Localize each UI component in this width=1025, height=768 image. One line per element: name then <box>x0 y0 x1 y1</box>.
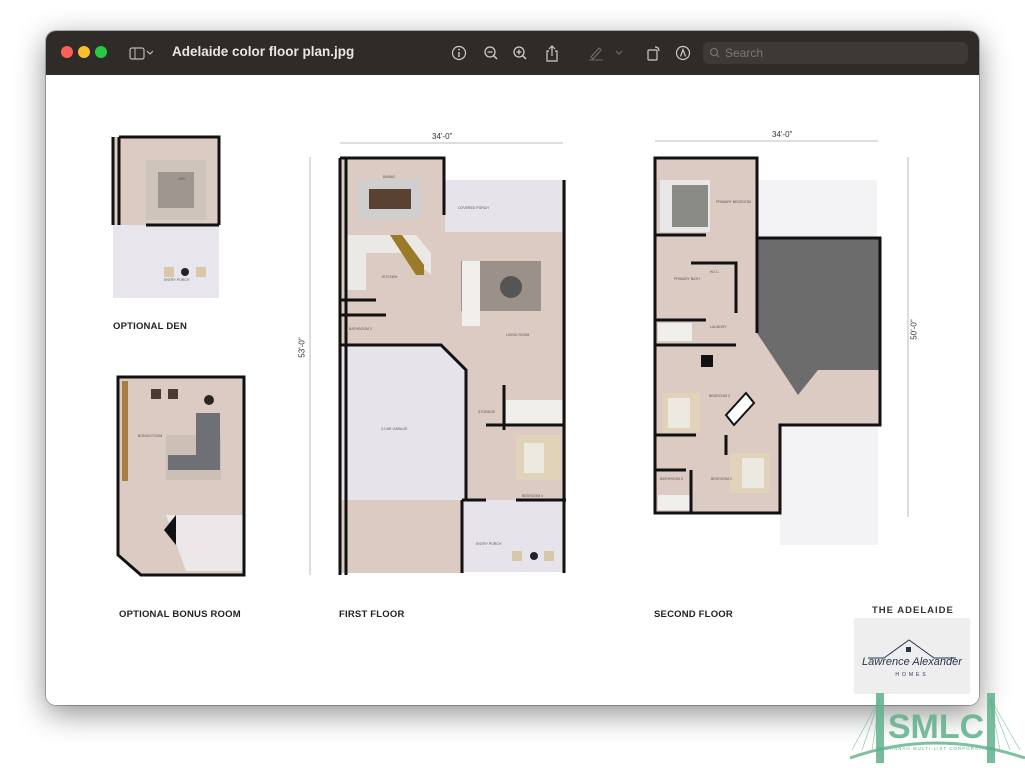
svg-text:Lawrence Alexander: Lawrence Alexander <box>862 656 963 668</box>
room-label-den-entry-porch: ENTRY PORCH <box>164 278 190 282</box>
zoom-button[interactable] <box>95 46 107 58</box>
zoom-in-icon[interactable] <box>509 42 531 64</box>
room-label-bedroom-2: BEDROOM 2 <box>711 477 732 481</box>
highlight-pen-icon[interactable] <box>585 42 607 64</box>
first-floor-depth: 53'-0" <box>297 337 307 358</box>
chevron-down-icon[interactable] <box>613 42 625 64</box>
second-floor-width: 34'-0" <box>772 130 793 139</box>
title-bar: Adelaide color floor plan.jpg Search <box>46 31 979 75</box>
room-label-den: DEN <box>178 177 186 181</box>
builder-logo: Lawrence Alexander HOMES <box>854 618 970 694</box>
room-label-kitchen: KITCHEN <box>382 275 398 279</box>
room-label-bedroom-3: BEDROOM 3 <box>709 394 730 398</box>
room-label-bathroom-3: BATHROOM 3 <box>660 477 683 481</box>
search-input[interactable]: Search <box>703 42 968 64</box>
room-label-garage: 2-CAR GARAGE <box>381 427 408 431</box>
room-label-covered-porch: COVERED PORCH <box>458 206 489 210</box>
room-label-bedroom-4: BEDROOM 4 <box>522 494 543 498</box>
window-title: Adelaide color floor plan.jpg <box>172 44 355 59</box>
room-label-primary-bedroom: PRIMARY BEDROOM <box>716 200 751 204</box>
optional-bonus-room-plan: BONUS ROOM <box>116 375 246 577</box>
second-floor-label: SECOND FLOOR <box>654 609 733 620</box>
first-floor-plan: DINING COVERED PORCH KITCHEN LIVING ROOM… <box>309 142 566 575</box>
search-icon <box>709 47 720 58</box>
optional-den-label: OPTIONAL DEN <box>113 321 188 332</box>
optional-den-plan: DEN ENTRY PORCH <box>111 135 221 298</box>
room-label-entry-porch: ENTRY PORCH <box>476 542 502 546</box>
room-label-laundry: LAUNDRY <box>710 325 727 329</box>
search-placeholder: Search <box>725 46 764 60</box>
chevron-down-icon[interactable] <box>144 42 156 64</box>
first-floor-width: 34'-0" <box>432 132 453 141</box>
room-label-bonus-room: BONUS ROOM <box>138 434 162 438</box>
second-floor-depth: 50'-0" <box>909 319 919 340</box>
room-label-living-room: LIVING ROOM <box>506 333 529 337</box>
model-name: THE ADELAIDE <box>872 605 954 616</box>
minimize-button[interactable] <box>78 46 90 58</box>
room-label-wic: W.I.C. <box>710 270 720 274</box>
rotate-icon[interactable] <box>643 42 665 64</box>
room-label-bathroom-2: BATHROOM 2 <box>349 327 372 331</box>
svg-text:SAVANNAH MULTI-LIST CORPORATIO: SAVANNAH MULTI-LIST CORPORATION <box>879 746 994 751</box>
room-label-primary-bath: PRIMARY BATH <box>674 277 700 281</box>
image-canvas: DEN ENTRY PORCH BONUS ROOM DINING COVERE… <box>46 75 979 705</box>
room-label-dining: DINING <box>383 175 396 179</box>
svg-text:HOMES: HOMES <box>895 672 928 678</box>
share-icon[interactable] <box>541 42 563 64</box>
close-button[interactable] <box>61 46 73 58</box>
svg-text:SMLC: SMLC <box>888 708 984 746</box>
first-floor-label: FIRST FLOOR <box>339 609 405 620</box>
markup-icon[interactable] <box>672 42 694 64</box>
zoom-out-icon[interactable] <box>480 42 502 64</box>
preview-window: Adelaide color floor plan.jpg Search DEN… <box>46 31 979 705</box>
optional-bonus-room-label: OPTIONAL BONUS ROOM <box>119 609 241 620</box>
info-icon[interactable] <box>448 42 470 64</box>
smlc-watermark: SMLC SAVANNAH MULTI-LIST CORPORATION <box>850 693 1025 763</box>
second-floor-plan: PRIMARY BEDROOM PRIMARY BATH W.I.C. LAUN… <box>653 140 909 545</box>
room-label-storage: STORAGE <box>478 410 496 414</box>
